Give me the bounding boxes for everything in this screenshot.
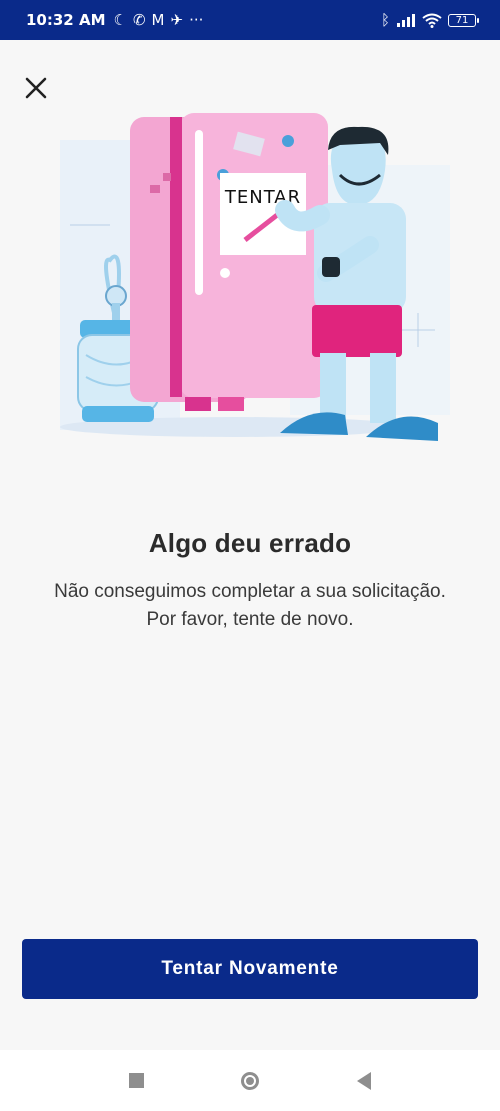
- mute-icon: ✈: [170, 10, 184, 29]
- status-right: ᛒ 71: [380, 10, 479, 29]
- fridge-graphic: TENTAR: [130, 113, 328, 411]
- battery-indicator: 71: [448, 13, 479, 27]
- close-button[interactable]: [18, 70, 54, 106]
- system-nav-bar: [0, 1050, 500, 1111]
- recent-apps-icon: [128, 1073, 144, 1088]
- error-message: Não conseguimos completar a sua solicita…: [54, 581, 446, 630]
- home-button[interactable]: [236, 1067, 264, 1095]
- back-button[interactable]: [350, 1067, 378, 1095]
- status-left: 10:32 AM ☾ ✆ M ✈ ···: [26, 11, 203, 29]
- error-title: Algo deu errado: [148, 528, 352, 558]
- moon-icon: ☾: [113, 10, 127, 29]
- wifi-icon: [422, 13, 442, 28]
- error-illustration: TENTAR: [60, 113, 450, 441]
- gmail-icon: M: [151, 10, 165, 29]
- bluetooth-icon: ᛒ: [380, 10, 390, 29]
- whatsapp-icon: ✆: [132, 10, 146, 29]
- battery-level: 71: [455, 14, 469, 26]
- back-icon: [357, 1071, 371, 1090]
- home-icon: [241, 1071, 259, 1090]
- more-dots-icon: ···: [189, 10, 204, 29]
- status-bar: 10:32 AM ☾ ✆ M ✈ ··· ᛒ 71: [0, 0, 500, 40]
- recent-apps-button[interactable]: [122, 1067, 150, 1095]
- signal-icon: [397, 14, 415, 27]
- close-icon: [25, 77, 47, 99]
- retry-button[interactable]: Tentar Novamente: [22, 939, 478, 999]
- status-time: 10:32 AM: [26, 11, 106, 29]
